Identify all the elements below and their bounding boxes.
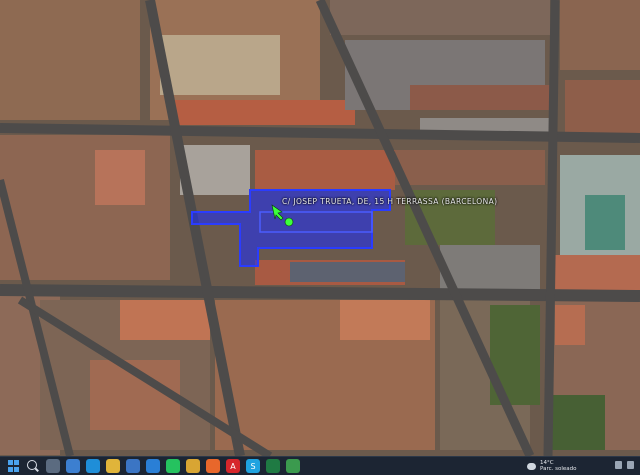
maps-icon[interactable] [286,459,300,473]
volume-icon[interactable] [627,461,634,469]
store-icon[interactable] [126,459,140,473]
cloud-sun-icon [527,462,536,470]
taskbar-apps: AS [46,458,300,474]
weather-widget[interactable]: 14°C Parc. soleado [527,458,576,474]
task-view-icon[interactable] [46,459,60,473]
skype-icon[interactable]: S [246,459,260,473]
file-explorer-icon[interactable] [106,459,120,473]
weather-condition: Parc. soleado [540,466,577,472]
acrobat-icon[interactable]: A [226,459,240,473]
widgets-icon[interactable] [66,459,80,473]
start-icon[interactable] [8,460,20,472]
system-tray [615,461,634,469]
network-icon[interactable] [615,461,622,469]
firefox-icon[interactable] [206,459,220,473]
parcel-address-label: C/ JOSEP TRUETA, DE, 15 H TERRASSA (BARC… [282,197,498,206]
whatsapp-icon[interactable] [166,459,180,473]
excel-icon[interactable] [266,459,280,473]
satellite-map[interactable]: C/ JOSEP TRUETA, DE, 15 H TERRASSA (BARC… [0,0,640,456]
taskbar: AS 14°C Parc. soleado [0,456,640,475]
mail-icon[interactable] [146,459,160,473]
edge-icon[interactable] [86,459,100,473]
chrome-icon[interactable] [186,459,200,473]
map-imagery [0,0,640,456]
search-icon[interactable] [27,460,37,470]
